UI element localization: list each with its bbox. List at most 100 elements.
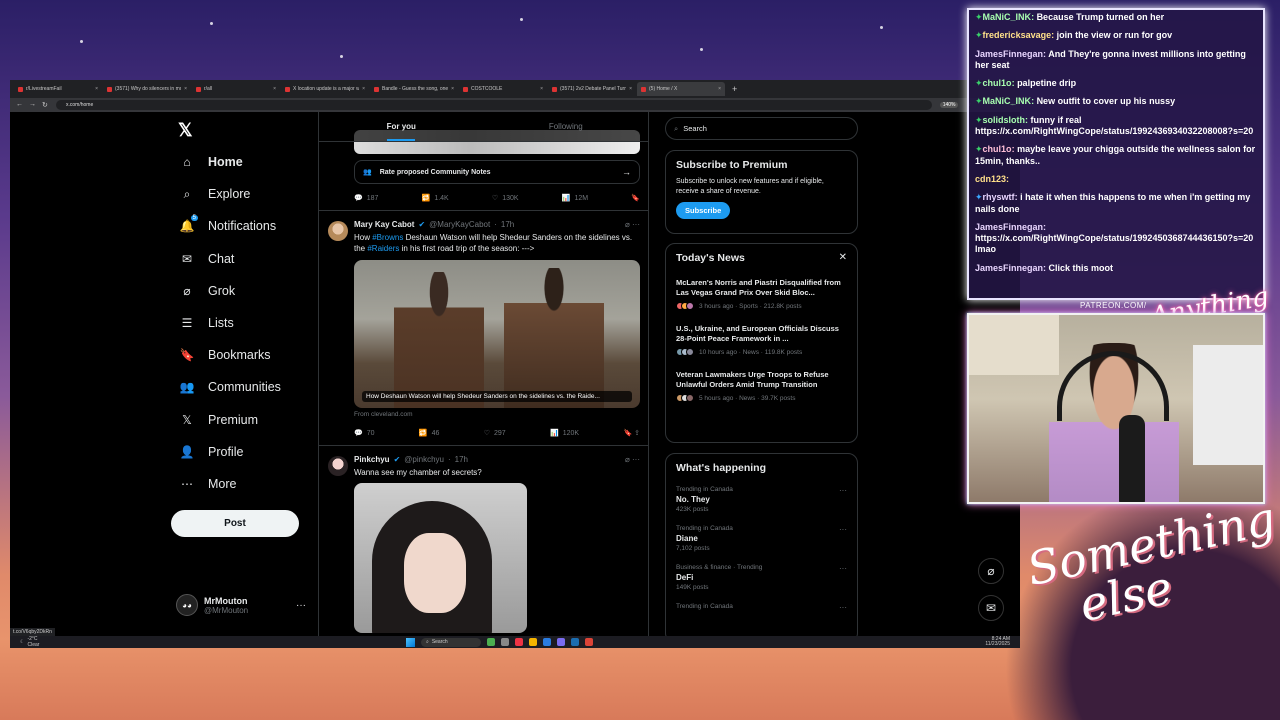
close-tab-icon[interactable]: × [95,86,98,92]
close-icon[interactable]: ✕ [839,252,847,263]
taskbar-search[interactable]: ⌕ Search [421,637,481,647]
tweet-time[interactable]: 17h [455,455,468,464]
tweet-image[interactable] [354,483,527,633]
trend-item[interactable]: Business & finance · Trending DeFi 149K po… [676,564,847,591]
trend-item[interactable]: Trending in Canada No. They 423K posts ··· [676,486,847,513]
folder-icon[interactable] [529,638,537,646]
nav-item-home[interactable]: ⌂ Home [178,150,242,174]
more-dots-icon[interactable]: ··· [839,486,847,495]
close-tab-icon[interactable]: × [540,86,543,92]
close-tab-icon[interactable]: × [451,86,454,92]
nav-item-chat[interactable]: ✉ Chat [178,247,234,271]
trend-item[interactable]: Trending in Canada ··· [676,603,847,612]
more-dots-icon[interactable]: ··· [839,603,847,612]
tweet[interactable]: Mary Kay Cabot ✔ @MaryKayCabot · 17h ⌀ ·… [319,210,648,445]
like-button[interactable]: ♡ 130K [492,194,519,203]
chat-username: JamesFinnegan [975,221,1044,232]
account-switcher[interactable]: ◕◕ MrMouton @MrMouton ··· [176,594,306,616]
tweet-time[interactable]: 17h [501,220,514,229]
views-button[interactable]: 📊 12M [562,194,588,203]
reply-button[interactable]: 💬 70 [354,429,375,438]
browser-tab[interactable]: X location update is a major w... × [281,82,369,96]
x-logo-icon[interactable]: 𝕏 [178,120,193,141]
nav-item-grok[interactable]: ⌀ Grok [178,279,235,303]
hashtag-link[interactable]: #Raiders [367,244,399,253]
back-icon[interactable]: ← [16,101,23,109]
close-tab-icon[interactable]: × [362,86,365,92]
browser-tab[interactable]: Bandle - Guess the song, one in...× [370,82,458,96]
browser-tab[interactable]: (3571) Why do silencers in mo... × [103,82,191,96]
tweet-handle[interactable]: @MaryKayCabot [429,220,490,229]
views-button[interactable]: 📊 120K [550,429,579,438]
tweet-handle[interactable]: @pinkchyu [404,455,444,464]
system-clock[interactable]: 8:24 AM 11/23/2025 [985,637,1010,647]
link-source[interactable]: From cleveland.com [354,411,413,418]
grok-icon[interactable]: ⌀ ··· [625,455,640,464]
more-dots-icon[interactable]: ··· [839,564,847,573]
bookmark-icon[interactable]: 🔖 [631,194,640,202]
verified-icon: ✔ [393,455,401,464]
repost-button[interactable]: 🔁 46 [419,429,440,438]
weather-widget[interactable]: ☾ -2°C Clear [20,636,39,648]
nav-item-profile[interactable]: 👤 Profile [178,440,244,464]
trend-item[interactable]: Trending in Canada Diane 7,102 posts ··· [676,525,847,552]
like-button[interactable]: ♡ 297 [484,429,506,438]
tweet-avatar[interactable] [328,221,348,241]
search-input[interactable]: ⌕ Search [665,117,858,140]
zoom-badge[interactable]: 140% [939,102,959,108]
more-dots-icon[interactable]: ··· [296,600,306,611]
tab-for-you[interactable]: For you [319,112,484,141]
subscribe-button[interactable]: Subscribe [676,202,731,219]
news-item[interactable]: McLaren's Norris and Piastri Disqualifie… [676,278,847,310]
nav-item-more[interactable]: ⋯ More [178,472,236,496]
app-icon[interactable] [543,638,551,646]
nav-item-lists[interactable]: ☰ Lists [178,311,234,335]
address-bar: ←→↻ x.com/home 140% ☆ ● [10,98,1020,112]
browser-tab[interactable]: r/LivestreamFail × [14,82,102,96]
close-tab-icon[interactable]: × [273,86,276,92]
favicon-icon [196,86,201,92]
tweet-author[interactable]: Pinkchyu [354,455,390,464]
close-tab-icon[interactable]: × [718,86,721,92]
mail-icon[interactable]: ✉ [978,595,1004,621]
new-tab-icon[interactable]: + [732,84,737,94]
news-item[interactable]: Veteran Lawmakers Urge Troops to Refuse … [676,370,847,402]
start-icon[interactable] [406,637,415,647]
close-tab-icon[interactable]: × [184,86,187,92]
grok-icon[interactable]: ⌀ [978,558,1004,584]
nav-item-premium[interactable]: 𝕏 Premium [178,408,258,432]
tweet-avatar[interactable] [328,456,348,476]
nav-item-communities[interactable]: 👥 Communities [178,375,281,399]
more-dots-icon[interactable]: ··· [839,525,847,534]
forward-icon[interactable]: → [29,101,36,109]
app-icon[interactable] [501,638,509,646]
app-icon[interactable] [557,638,565,646]
patreon-label: PATREON.COM/ [1080,301,1147,310]
browser-tab[interactable]: r/all × [192,82,280,96]
reply-button[interactable]: 💬 187 [354,194,378,203]
browser-tab[interactable]: COSTCOOLE × [459,82,547,96]
app-icon[interactable] [487,638,495,646]
reload-icon[interactable]: ↻ [42,101,48,109]
nav-item-bookmarks[interactable]: 🔖 Bookmarks [178,343,271,367]
tweet-author[interactable]: Mary Kay Cabot [354,220,414,229]
bookmark-icon[interactable]: 🔖 ⇪ [623,429,640,437]
browser-tab[interactable]: (3571) 2v2 Debate Panel Turns...× [548,82,636,96]
close-tab-icon[interactable]: × [629,86,632,92]
chrome-icon[interactable] [585,638,593,646]
tweet[interactable]: Pinkchyu ✔ @pinkchyu · 17h ⌀ ··· Wanna s… [319,445,648,636]
tab-following[interactable]: Following [484,112,649,141]
news-item[interactable]: U.S., Ukraine, and European Officials Di… [676,324,847,356]
repost-button[interactable]: 🔁 1.4K [422,194,449,203]
nav-item-explore[interactable]: ⌕ Explore [178,182,251,206]
grok-icon[interactable]: ⌀ ··· [625,220,640,229]
link-card-image[interactable]: How Deshaun Watson will help Shedeur San… [354,260,640,408]
app-icon[interactable] [515,638,523,646]
nav-item-notifications[interactable]: 🔔 5 Notifications [178,214,276,238]
browser-tab[interactable]: (5) Home / X × [637,82,725,96]
post-button[interactable]: Post [171,510,299,537]
hashtag-link[interactable]: #Browns [372,233,403,242]
community-notes-prompt[interactable]: 👥 Rate proposed Community Notes → [354,160,640,184]
steam-icon[interactable] [571,638,579,646]
url-field[interactable]: x.com/home [56,100,932,110]
